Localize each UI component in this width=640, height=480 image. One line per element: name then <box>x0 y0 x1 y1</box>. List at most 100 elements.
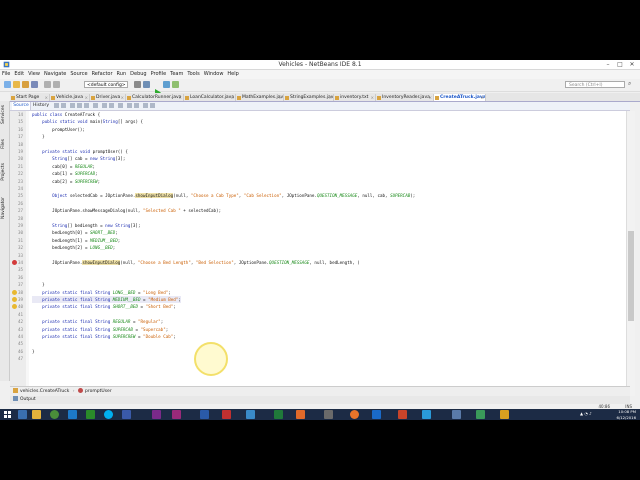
close-tab-icon[interactable]: × <box>179 94 182 101</box>
undo-icon[interactable] <box>44 81 51 88</box>
netbeans-taskbar-icon[interactable] <box>68 410 77 419</box>
network-icon[interactable] <box>324 410 333 419</box>
build-icon[interactable] <box>134 81 141 88</box>
editor-scrollbar[interactable] <box>626 111 635 396</box>
line-number[interactable]: 16 <box>10 126 23 133</box>
word-icon[interactable] <box>200 410 209 419</box>
menu-source[interactable]: Source <box>68 70 89 79</box>
menu-debug[interactable]: Debug <box>128 70 148 79</box>
code-line[interactable]: bedLength[1] = MEDIUM__BED; <box>32 237 120 244</box>
close-tab-icon[interactable]: × <box>279 94 282 101</box>
close-tab-icon[interactable]: × <box>371 94 374 101</box>
search-input[interactable]: Search (Ctrl+I) <box>565 81 625 88</box>
menu-window[interactable]: Window <box>202 70 226 79</box>
line-number[interactable]: 30 <box>10 229 23 236</box>
tab-inventoryreader-java[interactable]: InventoryReader.java × <box>376 94 434 101</box>
maximize-icon[interactable]: □ <box>614 60 626 69</box>
clean-build-icon[interactable] <box>143 81 150 88</box>
line-number[interactable]: 24 <box>10 185 23 192</box>
line-number[interactable]: 35 <box>10 266 23 273</box>
app2-taskbar-icon[interactable] <box>122 410 131 419</box>
code-line[interactable]: } <box>32 281 45 288</box>
close-tab-icon[interactable]: × <box>429 94 432 101</box>
side-tab-projects[interactable]: Projects <box>1 163 6 181</box>
code-line[interactable]: private static final String MEDIUM__BED … <box>32 296 181 303</box>
app5-taskbar-icon[interactable] <box>500 410 509 419</box>
powerpoint-icon[interactable] <box>398 410 407 419</box>
tab-source[interactable]: Source <box>12 102 31 110</box>
code-line[interactable]: } <box>32 348 35 355</box>
menu-team[interactable]: Team <box>168 70 185 79</box>
line-number[interactable]: 45 <box>10 340 23 347</box>
line-number[interactable]: 29 <box>10 222 23 229</box>
line-number[interactable]: 22 <box>10 170 23 177</box>
code-line[interactable]: cab[0] = REGULAR; <box>32 163 95 170</box>
outlook-icon[interactable] <box>372 410 381 419</box>
menu-view[interactable]: View <box>26 70 42 79</box>
file-explorer-icon[interactable] <box>32 410 41 419</box>
shift-right-icon[interactable] <box>109 103 114 108</box>
onenote-icon[interactable] <box>152 410 161 419</box>
line-number[interactable]: 44 <box>10 333 23 340</box>
code-line[interactable]: private static final String LONG__BED = … <box>32 289 171 296</box>
tab-inventory-txt[interactable]: inventory.txt × <box>334 94 376 101</box>
close-tab-icon[interactable]: × <box>121 94 124 101</box>
tab-driver-java[interactable]: Driver.java × <box>90 94 126 101</box>
tab-mathexamples-java[interactable]: MathExamples.java × <box>236 94 284 101</box>
menu-help[interactable]: Help <box>225 70 240 79</box>
side-tab-navigator[interactable]: Navigator <box>1 197 6 219</box>
menu-run[interactable]: Run <box>115 70 129 79</box>
code-line[interactable]: JOptionPane.showMessageDialog(null, "Sel… <box>32 207 221 214</box>
close-icon[interactable]: ✕ <box>626 60 638 69</box>
windows-start-icon[interactable] <box>3 410 12 419</box>
tab-createatruck-java[interactable]: CreateATruck.java × <box>434 94 486 101</box>
save-all-icon[interactable] <box>31 81 38 88</box>
start-macro-icon[interactable] <box>127 103 132 108</box>
new-file-icon[interactable] <box>4 81 11 88</box>
breadcrumb-class[interactable]: vehicles.CreateATruck <box>20 389 69 394</box>
menu-tools[interactable]: Tools <box>185 70 201 79</box>
line-number[interactable]: 19 <box>10 148 23 155</box>
close-tab-icon[interactable]: × <box>45 94 48 101</box>
excel-icon[interactable] <box>274 410 283 419</box>
line-number[interactable]: 46 <box>10 348 23 355</box>
tab-vehicle-java[interactable]: Vehicle.java × <box>50 94 90 101</box>
line-number[interactable]: 47 <box>10 355 23 362</box>
scrollbar-thumb[interactable] <box>628 231 634 321</box>
acrobat-icon[interactable] <box>222 410 231 419</box>
line-number[interactable]: 31 <box>10 237 23 244</box>
shift-left-icon[interactable] <box>102 103 107 108</box>
app4-taskbar-icon[interactable] <box>476 410 485 419</box>
code-line[interactable]: String[] bedLength = new String[3]; <box>32 222 140 229</box>
debug-icon[interactable] <box>163 81 170 88</box>
hint-icon[interactable] <box>12 289 17 295</box>
close-tab-icon[interactable]: × <box>481 94 484 101</box>
line-number[interactable]: 15 <box>10 118 23 125</box>
menu-profile[interactable]: Profile <box>149 70 169 79</box>
line-number[interactable]: 20 <box>10 155 23 162</box>
back-icon[interactable] <box>54 103 59 108</box>
side-tab-services[interactable]: Services <box>1 105 6 124</box>
tab-loancalculator-java[interactable]: LoanCalculator.java × <box>184 94 236 101</box>
open-project-icon[interactable] <box>22 81 29 88</box>
code-line[interactable]: } <box>32 133 45 140</box>
paint-icon[interactable] <box>296 410 305 419</box>
code-line[interactable]: bedLength[2] = LONG__BED; <box>32 244 115 251</box>
find-icon[interactable] <box>70 103 75 108</box>
redo-icon[interactable] <box>53 81 60 88</box>
toggle-bookmark-icon[interactable] <box>118 103 123 108</box>
line-number[interactable]: 23 <box>10 178 23 185</box>
uncomment-icon[interactable] <box>150 103 155 108</box>
line-number[interactable]: 18 <box>10 141 23 148</box>
code-line[interactable]: private static final String SUPERCAB = "… <box>32 326 168 333</box>
line-number[interactable]: 41 <box>10 311 23 318</box>
tab-stringexamples-java[interactable]: StringExamples.java × <box>284 94 334 101</box>
tab-start-page[interactable]: Start Page × <box>10 94 50 101</box>
code-line[interactable]: Object selectedCab = JOptionPane.showInp… <box>32 192 415 199</box>
code-line[interactable]: JOptionPane.showInputDialog(null, "Choos… <box>32 259 360 266</box>
code-line[interactable]: private static void promptUser() { <box>32 148 128 155</box>
line-number[interactable]: 17 <box>10 133 23 140</box>
tray-icons[interactable]: ▲ ◔ ♪ <box>580 411 592 416</box>
code-line[interactable]: private static final String REGULAR = "R… <box>32 318 163 325</box>
config-select[interactable]: <default config> <box>84 81 128 88</box>
